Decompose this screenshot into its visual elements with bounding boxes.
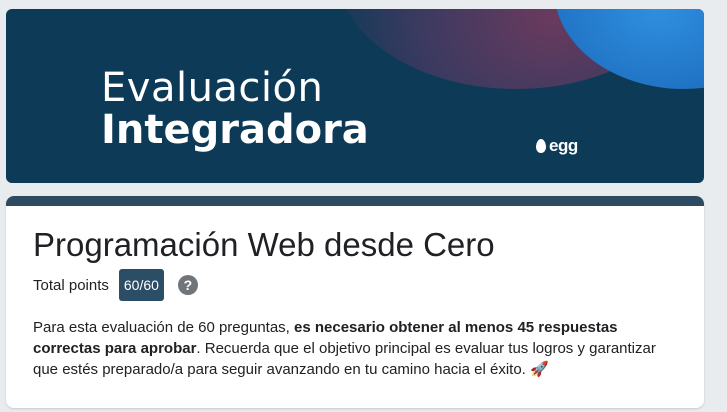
help-icon[interactable]: ? — [177, 275, 198, 295]
form-title: Programación Web desde Cero — [33, 226, 495, 263]
points-badge: 60/60 — [118, 269, 164, 301]
form-description: Para esta evaluación de 60 preguntas, es… — [33, 317, 673, 380]
rocket-emoji-icon: 🚀 — [530, 361, 549, 378]
egg-icon — [536, 139, 546, 153]
banner-title-line1: Evaluación — [101, 65, 324, 111]
total-points-label: Total points — [33, 276, 109, 294]
form-header-card: Programación Web desde Cero Total points… — [6, 196, 704, 408]
brand-name: egg — [549, 136, 578, 155]
banner-title-line2: Integradora — [101, 107, 369, 153]
header-banner: Evaluación Integradora egg — [6, 9, 704, 183]
description-text-1: Para esta evaluación de 60 preguntas, — [33, 319, 295, 336]
total-points-row: Total points 60/60 ? — [33, 269, 198, 301]
brand-logo: egg — [536, 135, 578, 157]
card-accent-bar — [6, 196, 704, 206]
